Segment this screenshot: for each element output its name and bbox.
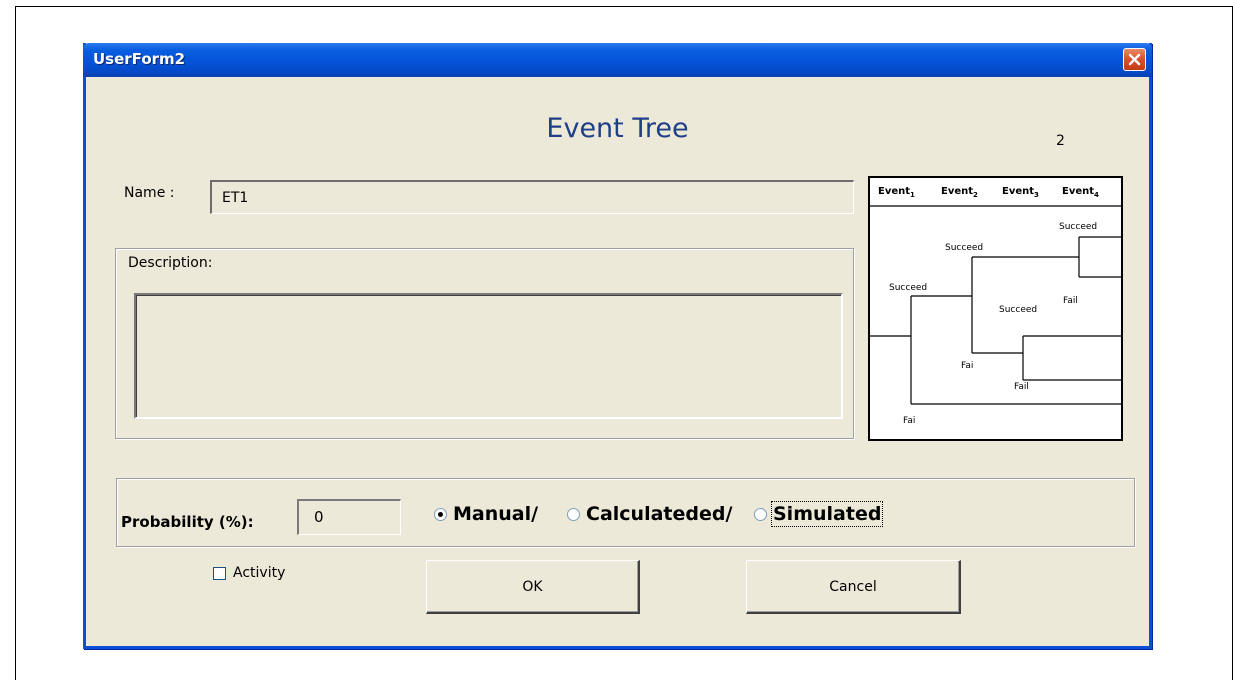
activity-label: Activity [233, 565, 286, 581]
close-button[interactable] [1123, 48, 1146, 71]
radio-unchecked-icon [754, 507, 767, 521]
branch-label: Fai [903, 416, 915, 426]
description-textarea[interactable] [134, 293, 843, 419]
name-label: Name : [124, 185, 175, 201]
radio-label: Manual/ [453, 503, 539, 525]
branch-label: Succeed [945, 243, 983, 253]
name-input[interactable]: ET1 [210, 180, 854, 214]
page-number: 2 [1056, 133, 1065, 149]
tree-branches [870, 236, 1121, 405]
branch-label: Succeed [889, 283, 927, 293]
activity-checkbox[interactable]: Activity [213, 565, 285, 581]
event-3-label: Event3 [1002, 186, 1039, 199]
radio-manual[interactable]: Manual/ [434, 503, 538, 525]
branch-label: Fai [961, 361, 973, 371]
branch-label: Fail [1063, 296, 1078, 306]
branch-label: Succeed [1059, 222, 1097, 232]
radio-calculated[interactable]: Calculateded/ [567, 503, 732, 525]
ok-button[interactable]: OK [426, 560, 640, 614]
radio-label: Simulated [770, 501, 884, 527]
form-title: Event Tree [546, 113, 689, 144]
checkbox-unchecked-icon [213, 566, 226, 580]
radio-checked-icon [434, 507, 447, 521]
event-tree-diagram: Event1 Event2 Event3 Event4 Succeed Succ… [868, 176, 1123, 441]
window-title: UserForm2 [93, 50, 186, 68]
probability-label: Probability (%): [121, 513, 254, 531]
radio-simulated[interactable]: Simulated [754, 501, 884, 527]
radio-unchecked-icon [567, 507, 580, 521]
close-icon [1128, 53, 1141, 66]
title-bar[interactable]: UserForm2 [83, 43, 1152, 77]
probability-input[interactable]: 0 [297, 499, 401, 535]
description-label: Description: [128, 255, 213, 271]
branch-label: Succeed [999, 305, 1037, 315]
event-1-label: Event1 [878, 186, 915, 199]
userform-window: UserForm2 Event Tree 2 Name : ET1 Descri… [83, 43, 1152, 649]
event-4-label: Event4 [1062, 186, 1099, 199]
event-2-label: Event2 [941, 186, 978, 199]
cancel-button[interactable]: Cancel [746, 560, 961, 614]
branch-label: Fail [1014, 382, 1029, 392]
radio-label: Calculateded/ [586, 503, 733, 525]
